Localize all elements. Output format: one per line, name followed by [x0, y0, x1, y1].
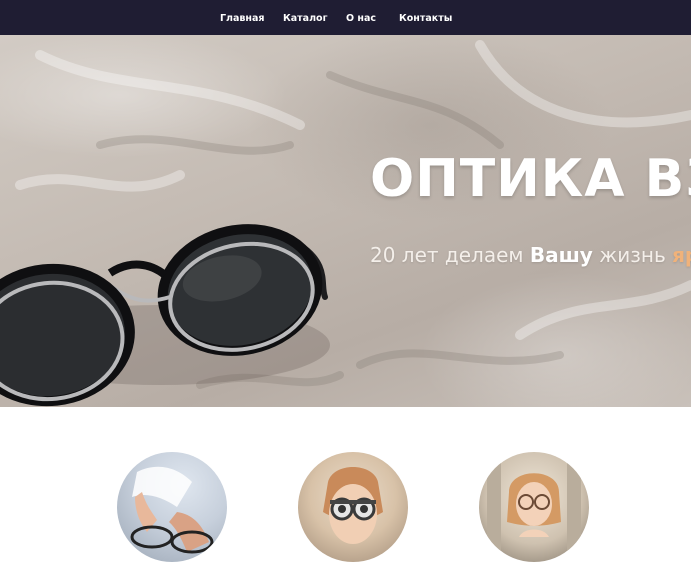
nav-link-home[interactable]: Главная — [220, 0, 265, 35]
hero-subtitle-mid: жизнь — [592, 243, 673, 267]
hero-title: ОПТИКА ВЗ — [370, 149, 691, 209]
hero-subtitle-bold: Вашу — [529, 243, 593, 267]
eye-exam-trial-frame-photo — [298, 452, 408, 562]
nav-link-contacts[interactable]: Контакты — [399, 0, 452, 35]
nav-link-catalog[interactable]: Каталог — [283, 0, 328, 35]
hero-banner: ОПТИКА ВЗ 20 лет делаем Вашу жизнь яр — [0, 35, 691, 407]
woman-with-glasses-photo — [479, 452, 589, 562]
hero-subtitle-highlight: яр — [672, 243, 691, 267]
top-navigation: Главная Каталог О нас Контакты — [0, 0, 691, 35]
eye-exam-icon — [323, 467, 383, 544]
woman-glasses-icon — [487, 462, 581, 562]
sunglasses-image — [0, 40, 691, 407]
nav-link-about[interactable]: О нас — [346, 0, 376, 35]
doctor-hands-icon — [130, 466, 214, 554]
doctor-hands-glasses-photo — [117, 452, 227, 562]
hero-subtitle: 20 лет делаем Вашу жизнь яр — [370, 243, 691, 267]
hero-subtitle-start: 20 лет делаем — [370, 243, 530, 267]
